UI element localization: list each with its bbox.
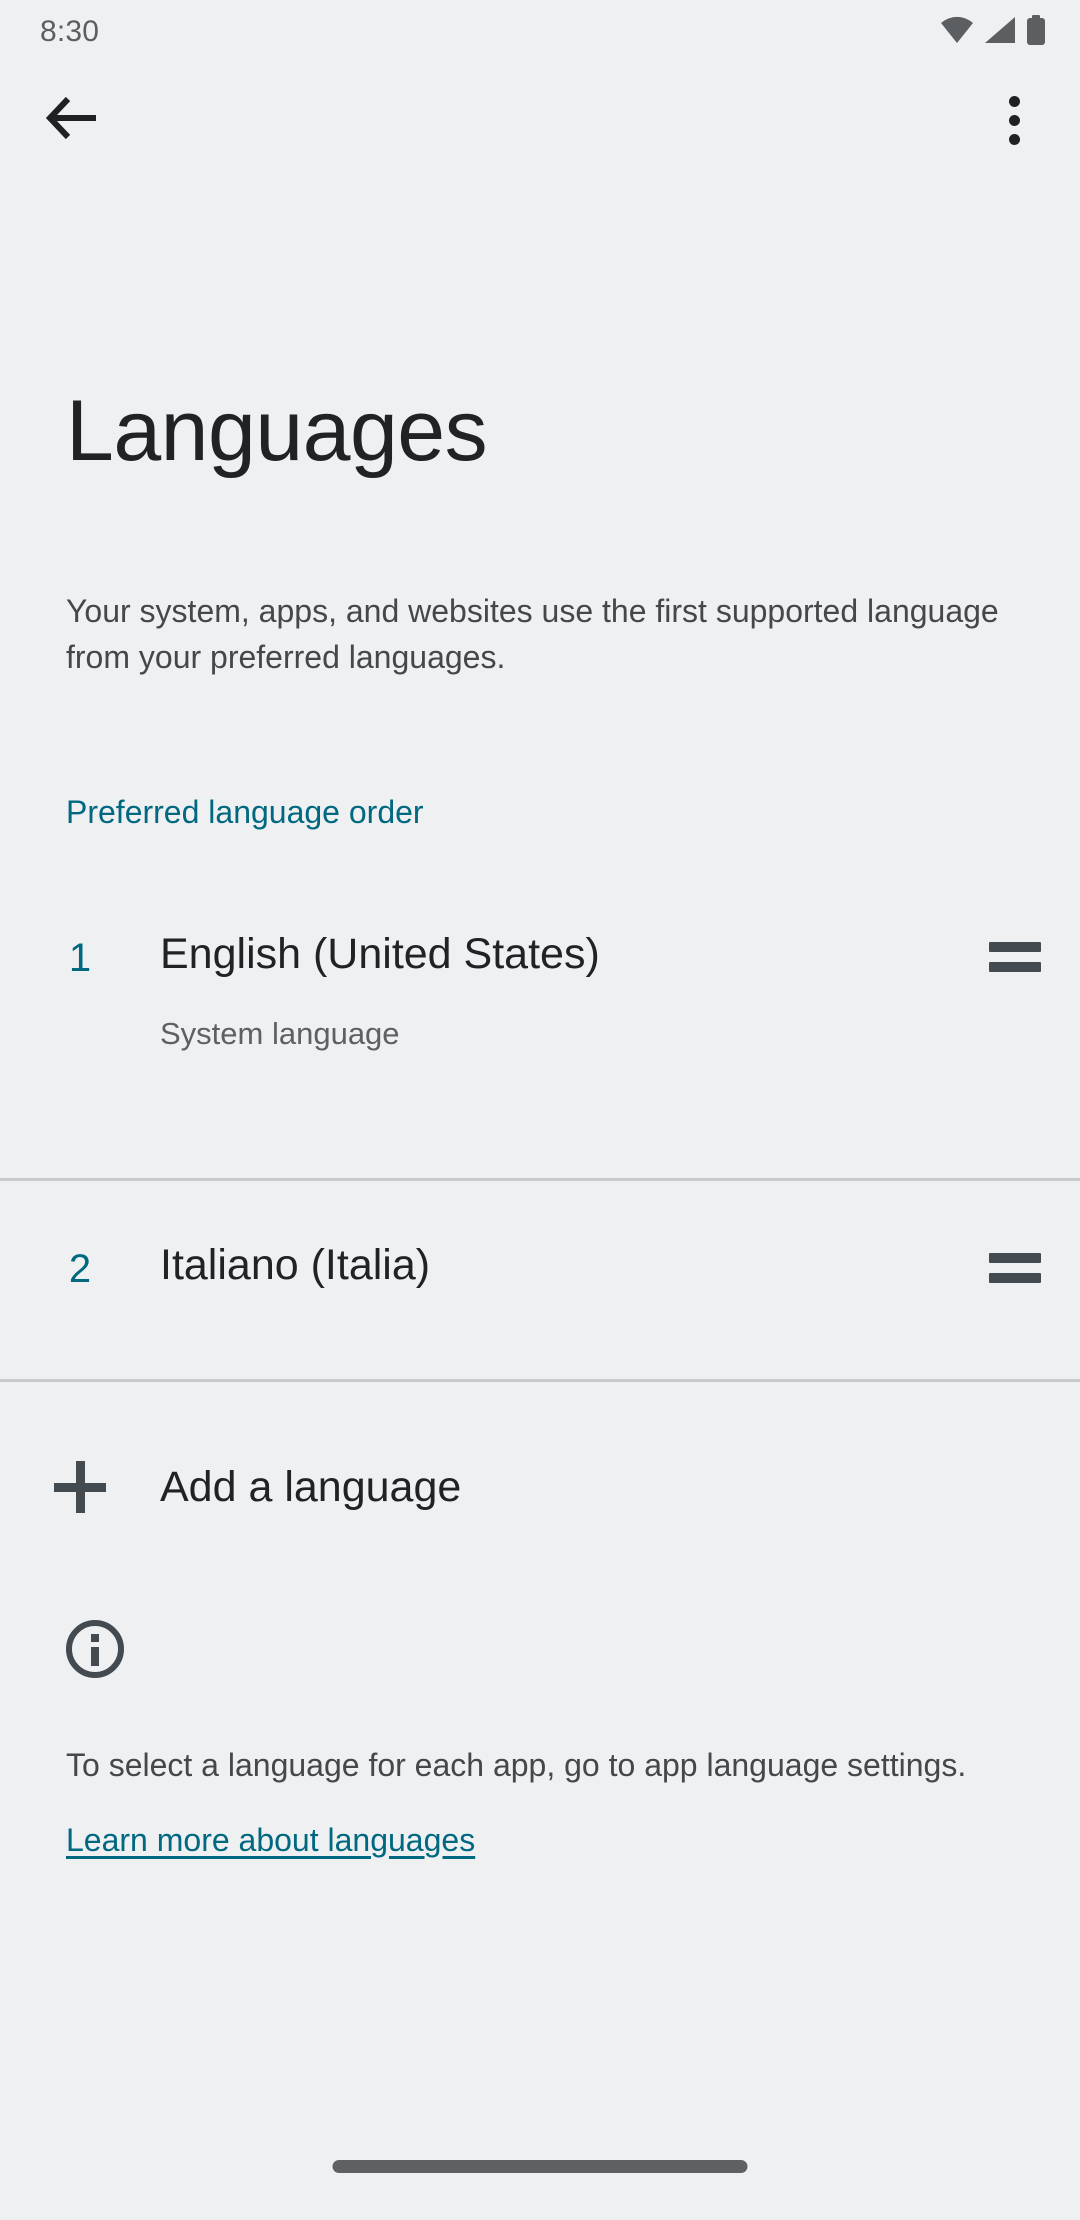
status-bar-icons [940,14,1046,50]
language-row-body: Italiano (Italia) [160,1239,950,1291]
footer-info-section: To select a language for each app, go to… [0,1620,1080,1862]
footer-text: To select a language for each app, go to… [66,1747,967,1783]
back-button[interactable] [34,82,110,158]
language-order-number: 2 [68,1247,92,1291]
status-bar: 8:30 [0,0,1080,64]
back-arrow-icon [45,95,98,146]
cellular-signal-icon [984,16,1016,49]
languages-settings-screen: 8:30 Languages Your system, apps, and we… [0,0,1080,2220]
drag-handle-icon[interactable] [950,1239,1080,1283]
learn-more-link[interactable]: Learn more about languages [66,1818,475,1862]
table-row[interactable]: 1 English (United States) System languag… [0,876,1080,1178]
plus-icon [0,1461,160,1513]
page-description: Your system, apps, and websites use the … [66,593,999,675]
table-row[interactable]: 2 Italiano (Italia) [0,1181,1080,1379]
action-bar [0,64,1080,176]
info-icon [66,1620,1080,1678]
battery-icon [1026,14,1046,50]
page-title: Languages [66,383,488,479]
wifi-icon [940,16,974,49]
gesture-navigation-pill[interactable] [332,2160,748,2173]
more-options-button[interactable] [976,82,1052,158]
language-row-body: English (United States) System language [160,928,950,1054]
add-language-button[interactable]: Add a language [0,1382,1080,1592]
language-subtitle: System language [160,1016,400,1051]
drag-handle-icon[interactable] [950,928,1080,972]
section-header-preferred-language-order: Preferred language order [66,794,424,830]
add-language-label: Add a language [160,1463,462,1511]
language-order-number: 1 [68,936,92,980]
preferred-language-list: 1 English (United States) System languag… [0,876,1080,1382]
language-name: Italiano (Italia) [160,1241,431,1289]
language-name: English (United States) [160,930,600,978]
status-bar-clock: 8:30 [40,15,100,48]
more-options-icon [1008,95,1020,145]
